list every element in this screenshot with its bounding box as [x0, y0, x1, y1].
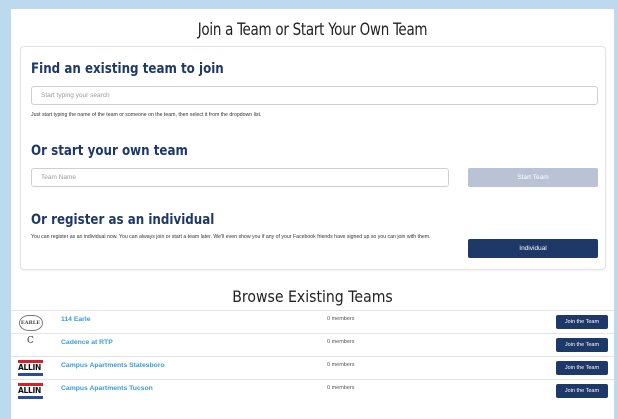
browse-teams-title: Browse Existing Teams	[232, 287, 393, 306]
team-search-input[interactable]: Start typing your search	[31, 86, 598, 105]
cadence-logo-icon: C	[27, 335, 34, 355]
team-logo-allin: ALLIN	[18, 382, 43, 401]
join-options-card: Find an existing team to join Start typi…	[20, 46, 606, 270]
allin-logo-text: ALLIN	[18, 386, 41, 395]
team-member-count: 0 members	[327, 362, 355, 368]
team-member-count: 0 members	[327, 339, 355, 345]
join-team-button[interactable]: Join the Team	[556, 361, 608, 375]
page-title: Join a Team or Start Your Own Team	[197, 20, 428, 40]
allin-logo-icon: ALLIN	[18, 360, 43, 377]
start-team-heading: Or start your own team	[31, 143, 188, 159]
team-row: ALLIN Campus Apartments Statesboro 0 mem…	[11, 356, 614, 379]
allin-logo-icon: ALLIN	[18, 383, 43, 400]
team-logo-allin: ALLIN	[18, 359, 43, 378]
page: Join a Team or Start Your Own Team Find …	[11, 9, 614, 419]
find-team-heading: Find an existing team to join	[31, 61, 224, 77]
team-name-link[interactable]: 114 Earle	[61, 316, 90, 323]
earle-logo-icon: EARLE	[18, 314, 43, 331]
join-team-button[interactable]: Join the Team	[556, 315, 608, 329]
team-logo-cadence: C	[18, 336, 43, 355]
team-row: EARLE 114 Earle 0 members Join the Team	[11, 310, 614, 333]
start-team-button[interactable]: Start Team	[468, 168, 598, 187]
team-member-count: 0 members	[327, 385, 355, 391]
search-hint: Just start typing the name of the team o…	[31, 112, 262, 118]
register-individual-heading: Or register as an individual	[31, 212, 215, 228]
join-team-button[interactable]: Join the Team	[556, 384, 608, 398]
join-team-button[interactable]: Join the Team	[556, 338, 608, 352]
team-row: C Cadence at RTP 0 members Join the Team	[11, 333, 614, 356]
individual-button[interactable]: Individual	[468, 239, 598, 258]
team-name-link[interactable]: Campus Apartments Tucson	[61, 385, 153, 392]
team-name-link[interactable]: Campus Apartments Statesboro	[61, 362, 165, 369]
team-row: ALLIN Campus Apartments Tucson 0 members…	[11, 379, 614, 419]
cadence-logo-letter: C	[27, 335, 34, 346]
team-name-input[interactable]: Team Name	[31, 168, 449, 187]
allin-logo-text: ALLIN	[18, 363, 41, 372]
team-logo-earle: EARLE	[18, 313, 43, 332]
team-member-count: 0 members	[327, 316, 355, 322]
individual-description: You can register as an individual now. Y…	[31, 234, 431, 240]
team-name-link[interactable]: Cadence at RTP	[61, 339, 113, 346]
